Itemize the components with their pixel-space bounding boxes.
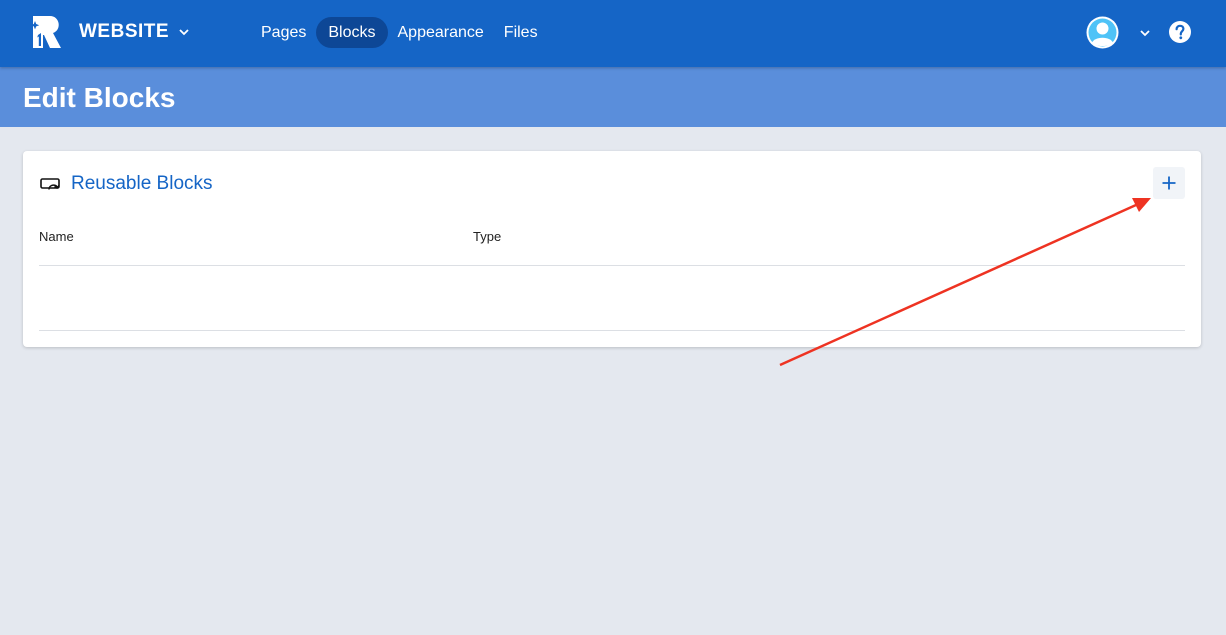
- main-nav: Pages Blocks Appearance Files: [251, 17, 548, 48]
- site-switcher[interactable]: WEBSITE: [79, 19, 190, 45]
- add-block-button[interactable]: [1153, 167, 1185, 199]
- column-header-name[interactable]: Name: [39, 229, 74, 244]
- page-header: Edit Blocks: [0, 67, 1226, 127]
- card-title: Reusable Blocks: [71, 173, 213, 194]
- chevron-down-icon: [179, 29, 189, 36]
- table-header-divider: [39, 265, 1185, 266]
- site-name: WEBSITE: [79, 21, 170, 42]
- plus-icon: [1162, 176, 1176, 190]
- user-avatar-icon[interactable]: [1086, 16, 1119, 49]
- table-bottom-divider: [39, 330, 1185, 331]
- nav-blocks[interactable]: Blocks: [316, 17, 388, 48]
- nav-files[interactable]: Files: [494, 17, 548, 48]
- column-header-type[interactable]: Type: [473, 229, 501, 244]
- page-title: Edit Blocks: [23, 82, 176, 113]
- reusable-block-icon: [40, 178, 60, 190]
- help-icon[interactable]: [1168, 20, 1192, 44]
- nav-pages[interactable]: Pages: [251, 17, 316, 48]
- app: WEBSITE Pages Blocks Appearance Files Ed…: [0, 0, 1226, 635]
- brand-logo[interactable]: [29, 14, 65, 50]
- reusable-blocks-card: Reusable Blocks Name Type: [23, 151, 1201, 347]
- nav-appearance[interactable]: Appearance: [388, 17, 494, 48]
- top-navigation-bar: WEBSITE Pages Blocks Appearance Files: [0, 0, 1226, 67]
- chevron-down-icon[interactable]: [1139, 27, 1151, 39]
